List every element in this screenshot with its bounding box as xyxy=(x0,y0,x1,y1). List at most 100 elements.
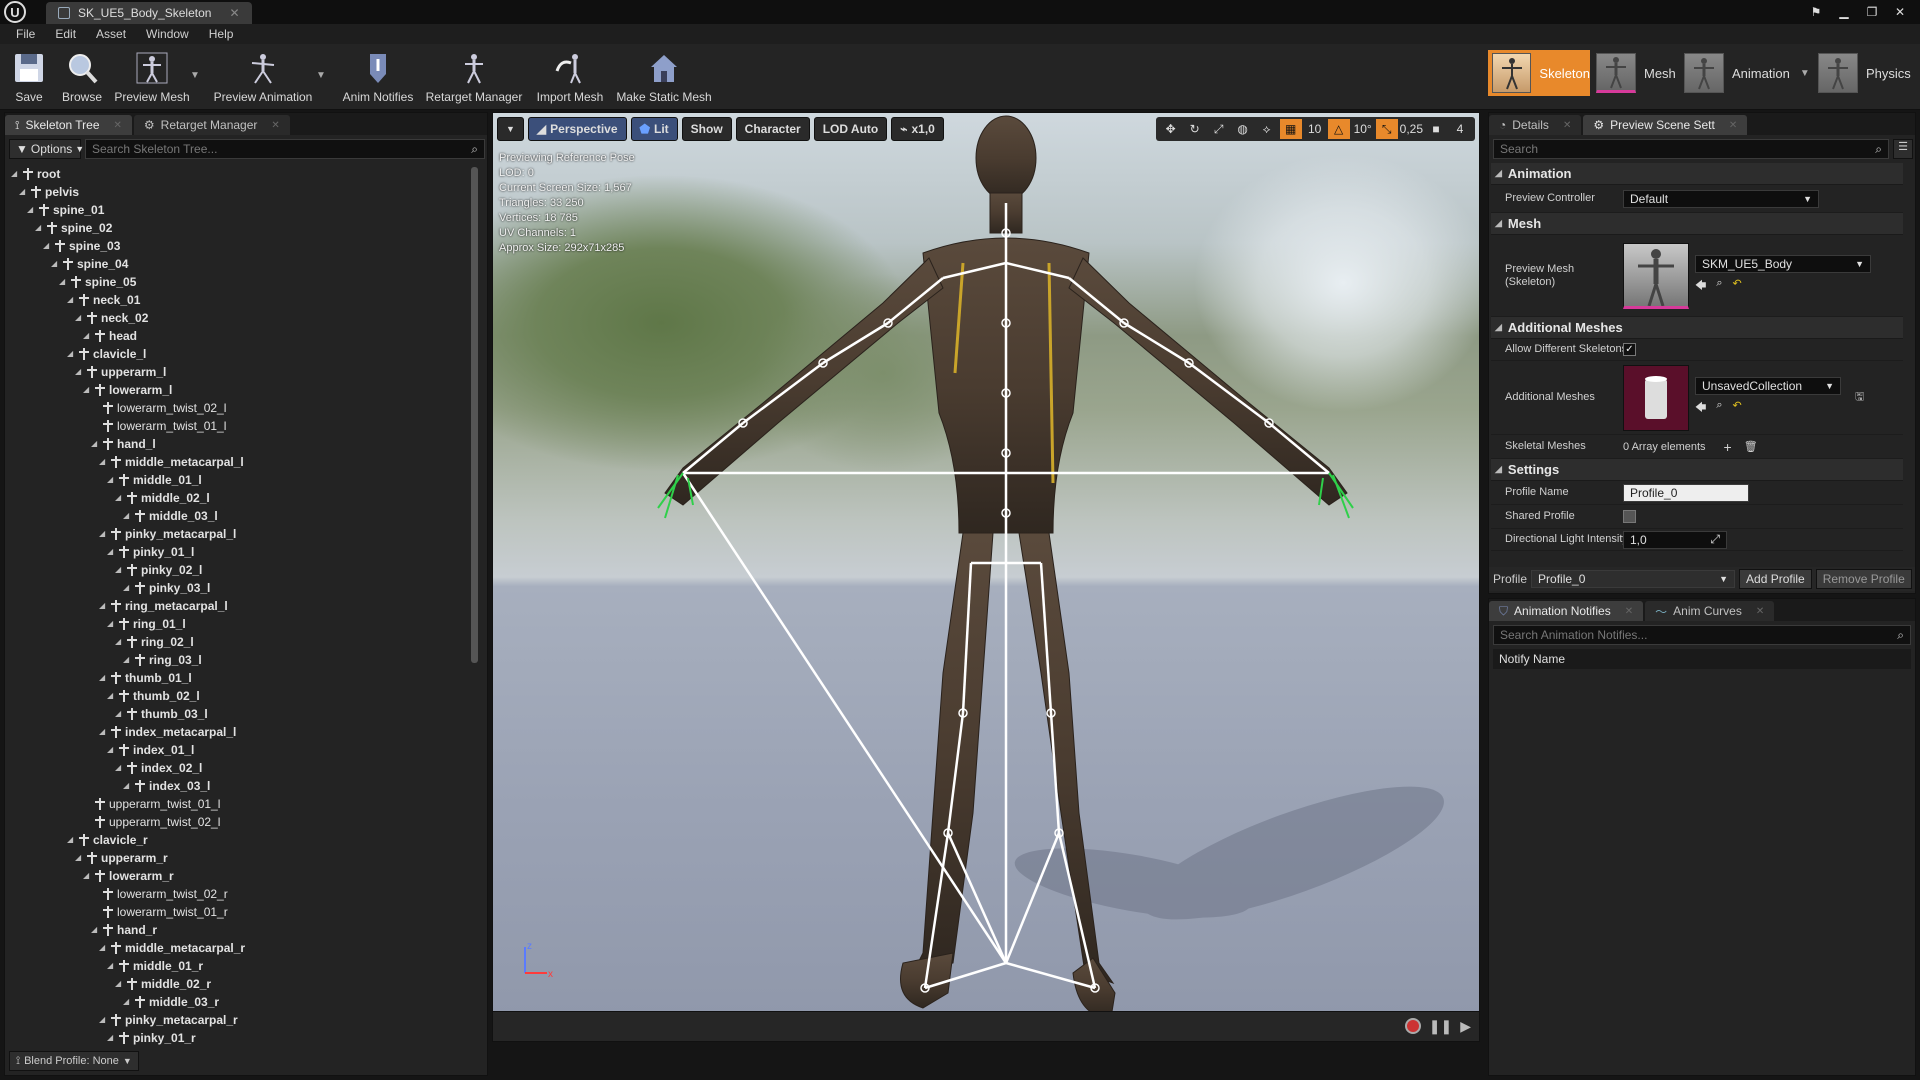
additional-meshes-thumbnail[interactable] xyxy=(1623,364,1689,431)
use-selected-arrow-icon[interactable]: 🡄 xyxy=(1695,277,1706,296)
expand-arrow-icon[interactable]: ◢ xyxy=(99,597,107,615)
lod-auto-button[interactable]: LOD Auto xyxy=(813,117,888,141)
tree-item-index-metacarpal-l[interactable]: ◢ index_metacarpal_l xyxy=(7,723,469,741)
expand-arrow-icon[interactable]: ◢ xyxy=(115,489,123,507)
show-button[interactable]: Show xyxy=(681,117,732,141)
close-tab-icon[interactable]: ✕ xyxy=(1729,120,1737,131)
expand-arrow-icon[interactable]: ◢ xyxy=(123,651,131,669)
section-mesh[interactable]: ◢ Mesh xyxy=(1491,213,1903,235)
expand-arrow-icon[interactable]: ◢ xyxy=(75,849,83,867)
expand-arrow-icon[interactable]: ◢ xyxy=(27,201,35,219)
camera-speed-icon[interactable]: ■ xyxy=(1425,119,1447,139)
tab-details[interactable]: ◔ Details ✕ xyxy=(1489,115,1582,135)
close-tab-icon[interactable]: ✕ xyxy=(1563,120,1571,131)
tree-scrollbar[interactable] xyxy=(471,167,478,663)
expand-arrow-icon[interactable]: ◢ xyxy=(107,687,115,705)
mode-animation-button[interactable]: Animation ▼ xyxy=(1684,50,1810,96)
section-settings[interactable]: ◢ Settings xyxy=(1491,459,1903,481)
save-button[interactable]: Save xyxy=(6,48,52,108)
preview-animation-dropdown-icon[interactable]: ▼ xyxy=(316,70,326,81)
close-tab-icon[interactable]: ✕ xyxy=(1625,606,1633,617)
tab-skeleton-tree[interactable]: ⟟ Skeleton Tree ✕ xyxy=(5,115,132,135)
add-profile-button[interactable]: Add Profile xyxy=(1739,569,1812,589)
expand-arrow-icon[interactable]: ◢ xyxy=(107,615,115,633)
tree-item-lowerarm-twist-01-l[interactable]: lowerarm_twist_01_l xyxy=(7,417,469,435)
expand-arrow-icon[interactable]: ◢ xyxy=(11,165,19,183)
tree-item-spine-03[interactable]: ◢ spine_03 xyxy=(7,237,469,255)
tree-item-spine-05[interactable]: ◢ spine_05 xyxy=(7,273,469,291)
expand-arrow-icon[interactable]: ◢ xyxy=(123,993,131,1011)
tree-item-upperarm-r[interactable]: ◢ upperarm_r xyxy=(7,849,469,867)
lit-button[interactable]: ⬟ Lit xyxy=(630,117,678,141)
tree-item-index-03-l[interactable]: ◢ index_03_l xyxy=(7,777,469,795)
tree-item-neck-01[interactable]: ◢ neck_01 xyxy=(7,291,469,309)
world-space-icon[interactable]: ◍ xyxy=(1232,119,1254,139)
expand-arrow-icon[interactable]: ◢ xyxy=(115,705,123,723)
delete-icon[interactable]: 🗑 xyxy=(1744,440,1758,453)
tree-item-middle-02-l[interactable]: ◢ middle_02_l xyxy=(7,489,469,507)
tab-animation-notifies[interactable]: ⛉ Animation Notifies ✕ xyxy=(1489,601,1644,621)
tree-item-thumb-02-l[interactable]: ◢ thumb_02_l xyxy=(7,687,469,705)
playback-speed-button[interactable]: ⌁ x1,0 xyxy=(891,117,944,141)
rotate-icon[interactable]: ↻ xyxy=(1184,119,1206,139)
make-static-mesh-button[interactable]: Make Static Mesh xyxy=(614,48,714,108)
tree-item-hand-l[interactable]: ◢ hand_l xyxy=(7,435,469,453)
options-dropdown[interactable]: ▼ Options ▼ xyxy=(9,139,84,159)
menu-window[interactable]: Window xyxy=(136,27,199,41)
expand-arrow-icon[interactable]: ◢ xyxy=(75,309,83,327)
menu-asset[interactable]: Asset xyxy=(86,27,136,41)
tree-item-spine-02[interactable]: ◢ spine_02 xyxy=(7,219,469,237)
close-tab-icon[interactable]: ✕ xyxy=(229,6,239,20)
browse-asset-icon[interactable]: ⌕ xyxy=(1716,277,1722,296)
view-options-icon[interactable]: ☰ xyxy=(1893,139,1913,159)
mode-mesh-button[interactable]: Mesh xyxy=(1596,50,1676,96)
expand-arrow-icon[interactable]: ◢ xyxy=(107,741,115,759)
expand-arrow-icon[interactable]: ◢ xyxy=(99,723,107,741)
expand-arrow-icon[interactable]: ◢ xyxy=(75,363,83,381)
tree-item-spine-01[interactable]: ◢ spine_01 xyxy=(7,201,469,219)
expand-arrow-icon[interactable]: ◢ xyxy=(59,273,67,291)
scale-snap-value[interactable]: 0,25 xyxy=(1400,119,1423,139)
import-mesh-button[interactable]: Import Mesh xyxy=(532,48,608,108)
expand-arrow-icon[interactable]: ◢ xyxy=(107,957,115,975)
viewport-timeline-bar[interactable]: ❚❚ ▶ xyxy=(493,1011,1479,1041)
tree-item-ring-01-l[interactable]: ◢ ring_01_l xyxy=(7,615,469,633)
tab-retarget-manager[interactable]: ⚙ Retarget Manager ✕ xyxy=(133,115,290,135)
rotation-snap-value[interactable]: 10° xyxy=(1352,119,1374,139)
pause-icon[interactable]: ❚❚ xyxy=(1429,1018,1452,1035)
blend-profile-dropdown[interactable]: ⟟ Blend Profile: None ▼ xyxy=(9,1051,139,1071)
browse-button[interactable]: Browse xyxy=(56,48,108,108)
tree-item-pelvis[interactable]: ◢ pelvis xyxy=(7,183,469,201)
tree-item-upperarm-twist-02-l[interactable]: upperarm_twist_02_l xyxy=(7,813,469,831)
skeleton-search-input[interactable]: Search Skeleton Tree... ⌕ xyxy=(85,139,485,159)
anim-notifies-button[interactable]: Anim Notifies xyxy=(338,48,418,108)
section-additional-meshes[interactable]: ◢ Additional Meshes xyxy=(1491,317,1903,339)
tree-item-index-01-l[interactable]: ◢ index_01_l xyxy=(7,741,469,759)
tree-item-ring-03-l[interactable]: ◢ ring_03_l xyxy=(7,651,469,669)
expand-arrow-icon[interactable]: ◢ xyxy=(123,507,131,525)
notification-icon[interactable]: ⚑ xyxy=(1804,5,1828,19)
expand-arrow-icon[interactable]: ◢ xyxy=(107,543,115,561)
tab-anim-curves[interactable]: 〜 Anim Curves ✕ xyxy=(1645,601,1775,621)
details-search-input[interactable]: Search ⌕ xyxy=(1493,139,1889,159)
tree-item-upperarm-l[interactable]: ◢ upperarm_l xyxy=(7,363,469,381)
preview-mesh-thumbnail[interactable] xyxy=(1623,242,1689,309)
expand-arrow-icon[interactable]: ◢ xyxy=(67,831,75,849)
surface-snap-icon[interactable]: ⟡ xyxy=(1256,119,1278,139)
tree-item-middle-metacarpal-l[interactable]: ◢ middle_metacarpal_l xyxy=(7,453,469,471)
tree-item-lowerarm-r[interactable]: ◢ lowerarm_r xyxy=(7,867,469,885)
tree-item-middle-03-l[interactable]: ◢ middle_03_l xyxy=(7,507,469,525)
expand-arrow-icon[interactable]: ◢ xyxy=(107,1029,115,1045)
tree-item-upperarm-twist-01-l[interactable]: upperarm_twist_01_l xyxy=(7,795,469,813)
close-tab-icon[interactable]: ✕ xyxy=(1756,606,1764,617)
expand-arrow-icon[interactable]: ◢ xyxy=(19,183,27,201)
expand-arrow-icon[interactable]: ◢ xyxy=(83,381,91,399)
expand-arrow-icon[interactable]: ◢ xyxy=(99,525,107,543)
minimize-button[interactable]: ▁ xyxy=(1832,5,1856,19)
expand-arrow-icon[interactable]: ◢ xyxy=(91,921,99,939)
scale-icon[interactable]: ⤢ xyxy=(1208,119,1230,139)
close-window-button[interactable]: ✕ xyxy=(1888,5,1912,19)
step-forward-icon[interactable]: ▶ xyxy=(1460,1018,1471,1035)
tree-item-hand-r[interactable]: ◢ hand_r xyxy=(7,921,469,939)
expand-arrow-icon[interactable]: ◢ xyxy=(123,579,131,597)
